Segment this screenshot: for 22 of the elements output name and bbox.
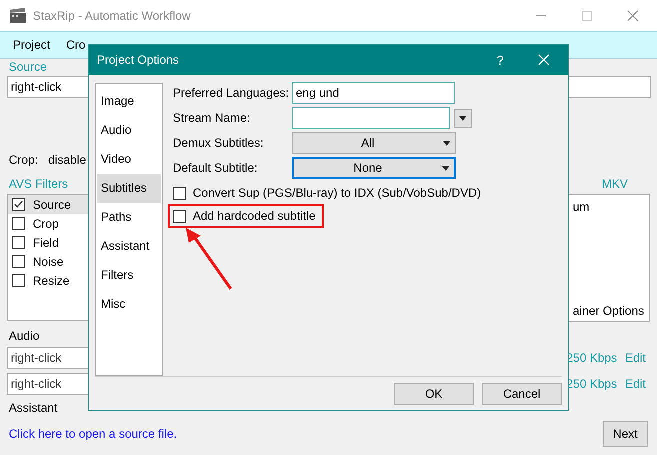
filter-name: Resize: [33, 274, 71, 288]
dialog-title: Project Options: [97, 53, 180, 67]
filter-name: Source: [33, 198, 72, 212]
crop-label: Crop:: [9, 153, 38, 167]
field-label: Demux Subtitles:: [173, 135, 265, 152]
filter-name: Noise: [33, 254, 65, 268]
window-title: StaxRip - Automatic Workflow: [33, 8, 191, 22]
container-text: um: [573, 200, 591, 214]
field-label: Preferred Languages:: [173, 85, 290, 102]
group-label: Assistant: [9, 401, 58, 415]
group-label: AVS Filters: [9, 177, 68, 191]
group-label: Audio: [9, 329, 40, 343]
checkbox-label: Convert Sup (PGS/Blu-ray) to IDX (Sub/VobSub/DVD): [193, 186, 482, 200]
checkbox-label: Add hardcoded subtitle: [193, 209, 316, 223]
filter-name: Field: [33, 236, 60, 250]
group-label: Source: [9, 60, 48, 74]
group-label: MKV: [602, 177, 628, 191]
field-label: Stream Name:: [173, 110, 252, 127]
container-text: ainer Options: [573, 304, 646, 318]
filter-name: Crop: [33, 216, 60, 230]
field-label: Default Subtitle:: [173, 160, 259, 177]
crop-value: disable: [48, 153, 86, 167]
